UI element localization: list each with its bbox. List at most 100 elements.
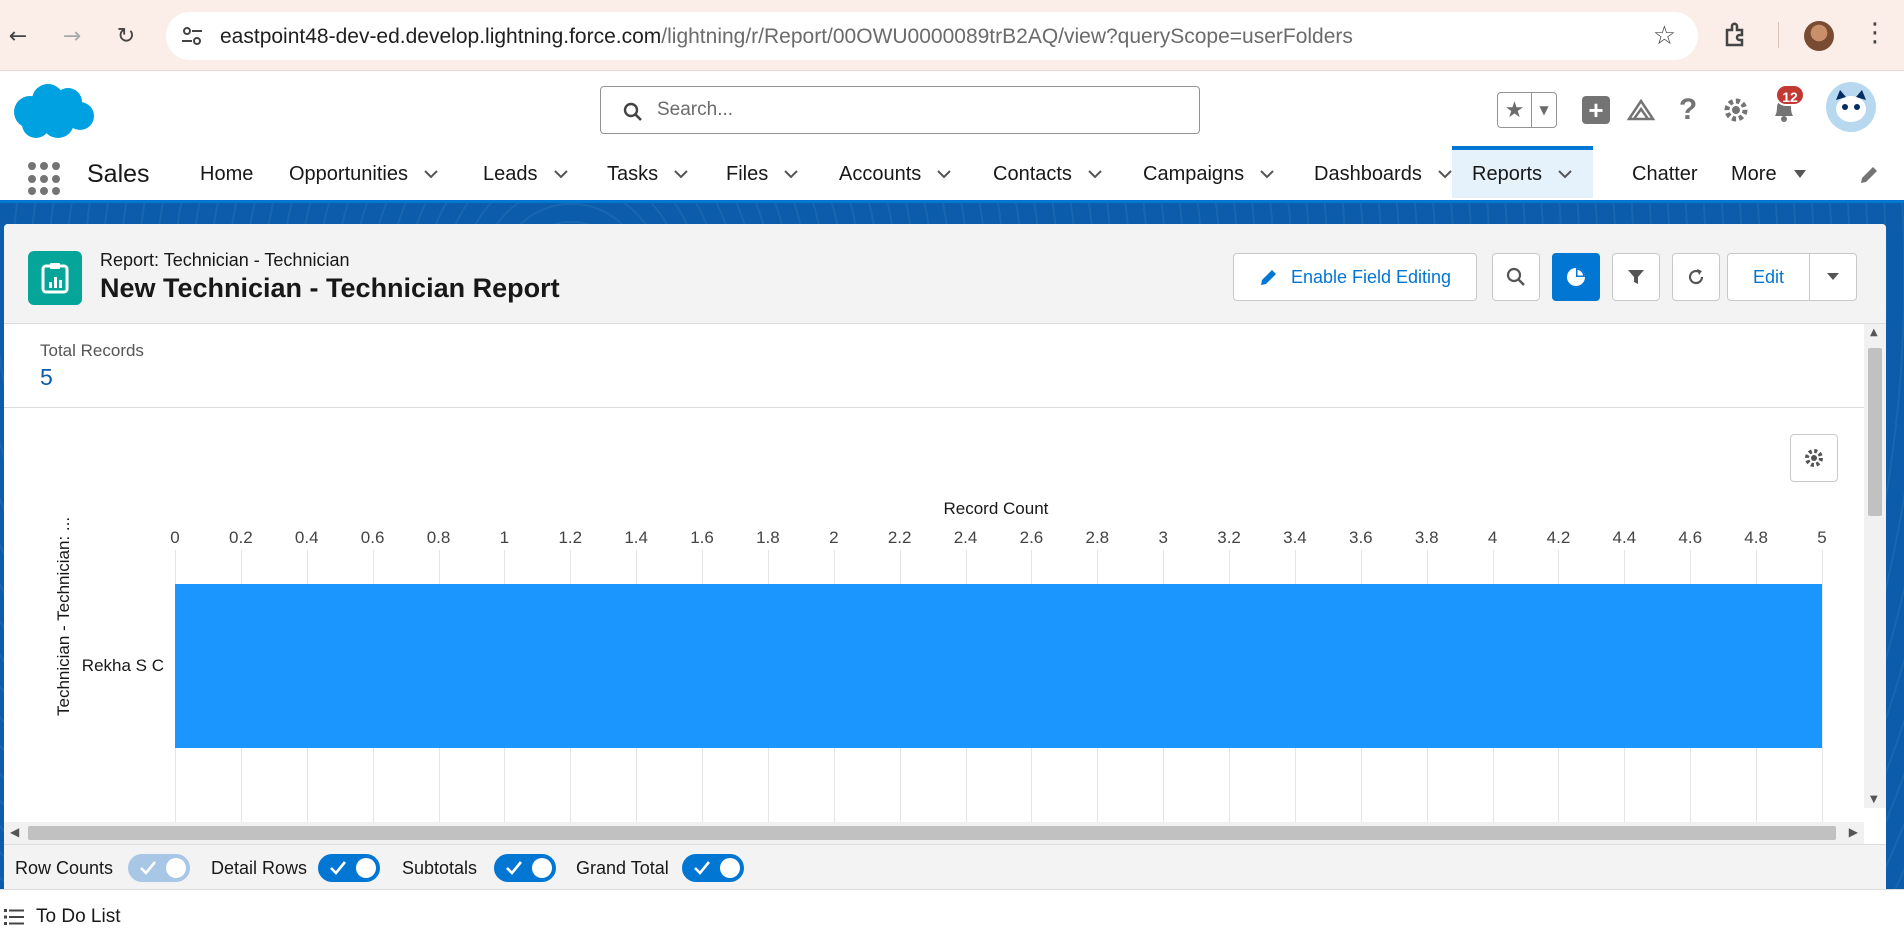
global-search[interactable] bbox=[600, 86, 1200, 134]
global-header: ★ ▼ + ? 12 bbox=[0, 72, 1904, 150]
chevron-down-icon[interactable] bbox=[1088, 167, 1102, 181]
toggle-label: Row Counts bbox=[15, 858, 114, 878]
report-type-label: Report: Technician - Technician bbox=[100, 250, 350, 270]
list-icon bbox=[4, 909, 24, 925]
refresh-button[interactable] bbox=[1672, 253, 1720, 301]
toggle-detail-rows[interactable] bbox=[318, 854, 380, 882]
chevron-down-icon[interactable] bbox=[1558, 167, 1572, 181]
toggle-knob bbox=[532, 858, 552, 878]
nav-item-home[interactable]: Home bbox=[200, 148, 253, 200]
x-tick-label: 0.2 bbox=[229, 528, 253, 547]
chevron-down-icon[interactable] bbox=[553, 167, 568, 181]
reload-icon[interactable]: ↻ bbox=[110, 20, 142, 52]
chevron-down-icon[interactable] bbox=[1260, 167, 1274, 181]
chart-settings-button[interactable] bbox=[1790, 434, 1838, 482]
browser-menu-icon[interactable]: ⋮ bbox=[1862, 18, 1888, 48]
nav-item-label: Home bbox=[200, 162, 254, 185]
toggle-chart-button[interactable] bbox=[1552, 253, 1600, 301]
nav-item-label: Tasks bbox=[607, 162, 659, 185]
nav-item-tasks[interactable]: Tasks bbox=[607, 148, 688, 200]
scroll-left-arrow[interactable]: ◀ bbox=[10, 825, 19, 839]
report-title: New Technician - Technician Report bbox=[100, 273, 560, 303]
horizontal-scrollbar[interactable]: ◀ ▶ bbox=[4, 822, 1864, 844]
forward-icon[interactable]: → bbox=[56, 20, 88, 52]
address-bar[interactable]: eastpoint48-dev-ed.develop.lightning.for… bbox=[166, 12, 1698, 60]
toggle-subtotals[interactable] bbox=[494, 854, 556, 882]
chevron-down-icon[interactable] bbox=[674, 167, 688, 181]
chevron-down-icon[interactable] bbox=[937, 167, 951, 181]
nav-item-campaigns[interactable]: Campaigns bbox=[1143, 148, 1274, 200]
nav-item-label: Reports bbox=[1472, 162, 1543, 185]
total-records-label: Total Records bbox=[40, 341, 144, 360]
salesforce-logo[interactable] bbox=[8, 80, 96, 142]
scroll-right-arrow[interactable]: ▶ bbox=[1849, 825, 1858, 839]
todo-list-button[interactable]: To Do List bbox=[4, 906, 120, 928]
edit-nav-pencil-icon[interactable] bbox=[1858, 164, 1880, 186]
trailhead-icon[interactable] bbox=[1623, 92, 1659, 128]
notification-count-badge: 12 bbox=[1775, 84, 1805, 106]
back-icon[interactable]: ← bbox=[2, 20, 34, 52]
x-tick-label: 0.8 bbox=[426, 528, 451, 547]
favorites-star-icon[interactable]: ★ bbox=[1498, 93, 1532, 127]
checkmark-icon bbox=[694, 861, 711, 875]
vertical-scrollbar[interactable]: ▲ ▼ bbox=[1864, 324, 1886, 808]
x-tick-label: 0.4 bbox=[294, 528, 319, 547]
chevron-down-icon[interactable] bbox=[424, 167, 438, 181]
nav-item-contacts[interactable]: Contacts bbox=[993, 148, 1102, 200]
x-tick-label: 0 bbox=[170, 528, 180, 547]
horizontal-scroll-thumb[interactable] bbox=[28, 826, 1836, 840]
pie-chart-icon bbox=[1567, 268, 1585, 286]
x-axis-title: Record Count bbox=[943, 499, 1049, 518]
global-actions-icon[interactable]: + bbox=[1578, 92, 1614, 128]
nav-item-reports[interactable]: Reports bbox=[1452, 146, 1593, 198]
enable-field-editing-button[interactable]: Enable Field Editing bbox=[1233, 253, 1477, 301]
x-tick-label: 2 bbox=[829, 528, 839, 547]
nav-item-more[interactable]: More bbox=[1731, 148, 1807, 200]
nav-item-opportunities[interactable]: Opportunities bbox=[289, 148, 438, 200]
x-tick-label: 2.8 bbox=[1085, 528, 1110, 547]
url-text: eastpoint48-dev-ed.develop.lightning.for… bbox=[220, 25, 1353, 48]
site-settings-icon[interactable] bbox=[180, 24, 204, 48]
search-icon bbox=[1506, 267, 1525, 286]
x-tick-label: 1.4 bbox=[624, 528, 648, 547]
chevron-down-icon[interactable] bbox=[1438, 167, 1452, 181]
search-input[interactable] bbox=[657, 96, 1177, 124]
toggle-row-counts[interactable] bbox=[128, 854, 190, 882]
scroll-down-arrow[interactable]: ▼ bbox=[1870, 794, 1878, 805]
nav-item-label: Contacts bbox=[993, 162, 1072, 185]
x-tick-label: 3.6 bbox=[1349, 528, 1373, 547]
nav-item-label: Campaigns bbox=[1143, 162, 1245, 185]
nav-item-dashboards[interactable]: Dashboards bbox=[1314, 148, 1452, 200]
help-icon[interactable]: ? bbox=[1670, 92, 1706, 128]
toggle-label: Subtotals bbox=[402, 858, 478, 878]
x-tick-label: 4.4 bbox=[1612, 528, 1637, 547]
search-report-button[interactable] bbox=[1492, 253, 1540, 301]
nav-item-accounts[interactable]: Accounts bbox=[839, 148, 951, 200]
total-records-value: 5 bbox=[40, 364, 53, 390]
bookmark-star-icon[interactable]: ☆ bbox=[1653, 21, 1676, 51]
toggle-grand-total[interactable] bbox=[682, 854, 744, 882]
app-launcher-icon[interactable] bbox=[28, 162, 62, 196]
setup-gear-icon[interactable] bbox=[1718, 92, 1754, 128]
chevron-down-icon[interactable] bbox=[784, 167, 798, 181]
nav-item-leads[interactable]: Leads bbox=[483, 148, 568, 200]
more-dropdown-icon[interactable] bbox=[1793, 167, 1807, 181]
user-avatar[interactable] bbox=[1826, 82, 1876, 132]
x-tick-label: 1 bbox=[499, 528, 510, 547]
nav-item-chatter[interactable]: Chatter bbox=[1632, 148, 1698, 200]
favorites-dropdown-icon[interactable]: ▼ bbox=[1532, 93, 1556, 127]
edit-button[interactable]: Edit bbox=[1728, 254, 1810, 300]
utility-bar: To Do List bbox=[0, 889, 1904, 941]
filter-button[interactable] bbox=[1612, 253, 1660, 301]
chart-bar[interactable] bbox=[175, 584, 1822, 748]
nav-item-files[interactable]: Files bbox=[726, 148, 798, 200]
x-tick-label: 3.2 bbox=[1217, 528, 1241, 547]
extensions-icon[interactable] bbox=[1722, 20, 1752, 50]
edit-menu-dropdown[interactable] bbox=[1810, 254, 1856, 300]
chevron-down-icon bbox=[1827, 273, 1839, 280]
todo-list-label: To Do List bbox=[36, 906, 121, 927]
search-icon bbox=[623, 102, 642, 121]
scroll-up-arrow[interactable]: ▲ bbox=[1870, 327, 1878, 338]
vertical-scroll-thumb[interactable] bbox=[1868, 348, 1882, 516]
browser-profile-avatar[interactable] bbox=[1804, 21, 1834, 51]
